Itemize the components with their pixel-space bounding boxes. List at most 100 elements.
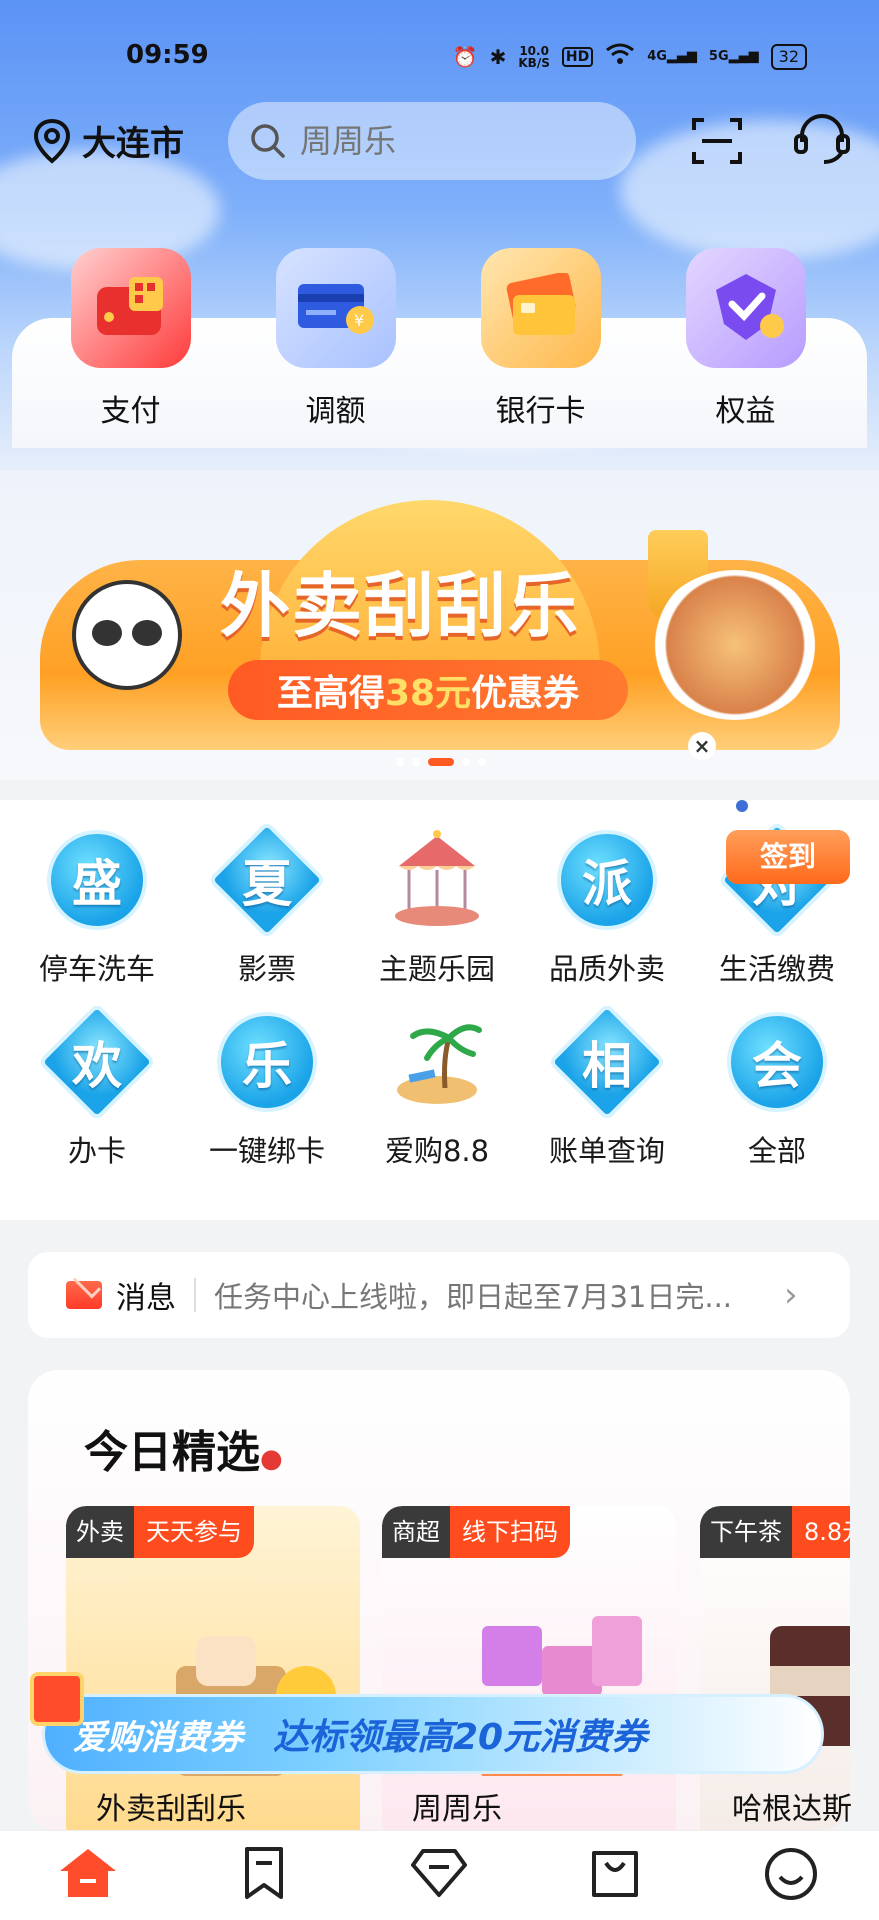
scan-icon (692, 118, 742, 164)
gift-box-icon (30, 1672, 84, 1726)
battery-icon: 32 (770, 43, 807, 70)
quick-action-label: 调额 (305, 394, 366, 429)
hd-icon: HD (561, 46, 594, 67)
service-label: 一键绑卡 (208, 1134, 325, 1168)
bind-card-icon: 乐 (217, 1012, 317, 1112)
service-label: 主题乐园 (378, 952, 495, 986)
search-input[interactable] (300, 122, 600, 160)
bottom-navigation (0, 1830, 879, 1920)
pick-card[interactable]: 商超 线下扫码 (382, 1506, 676, 1830)
pick-card[interactable]: 下午茶8.8元 (700, 1506, 850, 1830)
pick-card[interactable]: 外卖 天天参与 (66, 1506, 360, 1830)
pick-card-title[interactable]: 外卖刮刮乐 (96, 1784, 246, 1828)
quick-action-pay[interactable]: 支付 (28, 248, 233, 448)
services-grid: 盛 停车洗车 夏 影票 主题乐园 派 品质外卖 对 生活缴费 欢 办卡 乐 一键… (0, 800, 879, 1220)
apply-card-icon: 欢 (47, 1012, 147, 1112)
quick-action-label: 银行卡 (495, 394, 586, 429)
service-label: 办卡 (67, 1134, 126, 1168)
service-label: 全部 (747, 1134, 806, 1168)
pick-tags: 下午茶8.8元 (700, 1506, 850, 1558)
alarm-icon: ⏰ (452, 44, 478, 69)
service-apply-card[interactable]: 欢 办卡 (12, 1012, 182, 1170)
top-bar: 大连市 (0, 100, 879, 180)
shield-check-icon (685, 248, 806, 368)
home-icon (59, 1849, 116, 1897)
banner-subtitle: 至高得 38元 优惠券 (228, 660, 628, 720)
location-selector[interactable]: 大连市 (32, 116, 184, 165)
wifi-icon (605, 42, 635, 71)
net-speed: 10.0 KB/S (518, 43, 550, 70)
panda-mascot (72, 580, 182, 690)
message-label: 消息 (116, 1281, 176, 1316)
coupon-banner-right: 达标领最高20元消费券 (273, 1717, 648, 1758)
status-icons: ⏰ ✱ 10.0 KB/S HD 4G▂▄▆ 5G▂▄▆ 32 (453, 42, 807, 71)
sign-in-tag[interactable]: 签到 (726, 830, 850, 884)
food-illustration (650, 570, 820, 720)
service-label: 爱购8.8 (384, 1134, 490, 1168)
mail-icon (66, 1281, 102, 1309)
quick-action-label: 支付 (100, 394, 161, 429)
search-icon (251, 124, 285, 158)
nav-home[interactable] (0, 1831, 176, 1920)
headset-icon (794, 114, 850, 164)
bookmark-icon (244, 1847, 283, 1899)
credit-card-icon: ¥ (275, 248, 396, 368)
divider (194, 1278, 196, 1312)
service-parking-carwash[interactable]: 盛 停车洗车 (12, 830, 182, 988)
service-label: 生活缴费 (718, 952, 835, 986)
pick-card-title[interactable]: 哈根达斯 (732, 1784, 852, 1828)
scan-button[interactable] (690, 114, 744, 172)
parking-carwash-icon: 盛 (47, 830, 147, 930)
beach-island-icon (387, 1012, 487, 1112)
movie-tickets-icon: 夏 (217, 830, 317, 930)
nav-shop[interactable] (527, 1831, 703, 1920)
service-movie-tickets[interactable]: 夏 影票 (182, 830, 352, 988)
bank-card-icon (480, 248, 601, 368)
nav-profile[interactable] (703, 1831, 879, 1920)
promo-banner[interactable]: 外卖刮刮乐 至高得 38元 优惠券 × (0, 470, 879, 780)
carousel-indicator (396, 758, 486, 766)
service-bind-card[interactable]: 乐 一键绑卡 (182, 1012, 352, 1170)
all-services-icon: 会 (727, 1012, 827, 1112)
quick-actions: 支付 ¥ 调额 银行卡 权益 (0, 248, 879, 448)
carousel-icon (387, 830, 487, 930)
service-all[interactable]: 会 全部 (692, 1012, 862, 1170)
signal-5g-icon: 5G▂▄▆ (708, 49, 759, 64)
quick-action-benefits[interactable]: 权益 (643, 248, 848, 448)
banner-close-button[interactable]: × (688, 732, 716, 760)
bluetooth-icon: ✱ (489, 44, 507, 69)
city-name: 大连市 (82, 124, 184, 164)
message-bar[interactable]: 消息 任务中心上线啦，即日起至7月31日完... › (28, 1252, 850, 1338)
services-row: 欢 办卡 乐 一键绑卡 爱购8.8 相 账单查询 会 全部 (0, 1012, 879, 1170)
coupon-banner-left: 爱购消费券 (73, 1717, 243, 1758)
service-aigou-88[interactable]: 爱购8.8 (352, 1012, 522, 1170)
signal-4g-icon: 4G▂▄▆ (647, 49, 697, 64)
chevron-right-icon: › (784, 1275, 798, 1315)
pick-card-title[interactable]: 周周乐 (412, 1784, 502, 1828)
banner-title: 外卖刮刮乐 (220, 565, 580, 647)
service-theme-park[interactable]: 主题乐园 (352, 830, 522, 988)
service-label: 账单查询 (548, 1134, 665, 1168)
svg-text:¥: ¥ (354, 311, 364, 330)
service-bill-query[interactable]: 相 账单查询 (522, 1012, 692, 1170)
service-food-delivery[interactable]: 派 品质外卖 (522, 830, 692, 988)
magnifier-icon: ● (260, 1444, 283, 1474)
service-label: 品质外卖 (548, 952, 665, 986)
bill-query-icon: 相 (557, 1012, 657, 1112)
nav-bookmark[interactable] (176, 1831, 352, 1920)
food-delivery-icon: 派 (557, 830, 657, 930)
quick-action-adjust-limit[interactable]: ¥ 调额 (233, 248, 438, 448)
coupon-banner[interactable]: 爱购消费券 达标领最高20元消费券 (42, 1694, 824, 1774)
diamond-icon (411, 1849, 468, 1897)
search-bar[interactable] (228, 102, 636, 180)
location-pin-icon (33, 118, 71, 164)
smile-icon (765, 1848, 818, 1900)
pick-tags: 商超 线下扫码 (382, 1506, 570, 1558)
status-time: 09:59 (126, 40, 209, 70)
message-text: 任务中心上线啦，即日起至7月31日完... (214, 1280, 733, 1314)
quick-action-bank-card[interactable]: 银行卡 (438, 248, 643, 448)
quick-action-label: 权益 (715, 394, 776, 429)
customer-service-button[interactable] (792, 112, 852, 172)
pick-tags: 外卖 天天参与 (66, 1506, 254, 1558)
nav-rewards[interactable] (352, 1831, 528, 1920)
